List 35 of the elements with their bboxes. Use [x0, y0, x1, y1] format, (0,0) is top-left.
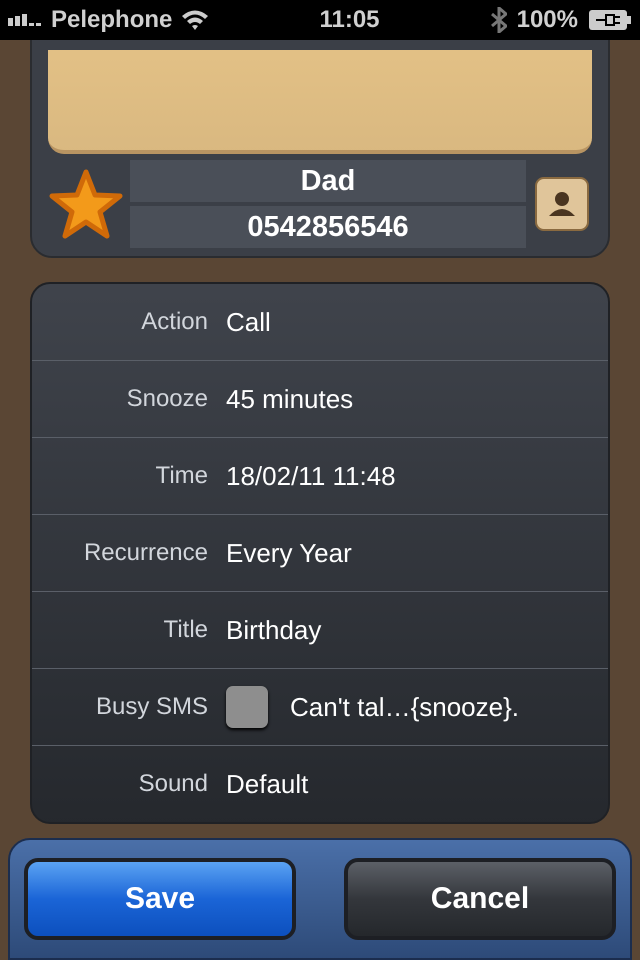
setting-label: Title	[162, 616, 208, 644]
contact-name[interactable]: Dad	[130, 160, 526, 202]
carrier-name: Pelephone	[51, 6, 172, 34]
wifi-icon	[182, 10, 208, 30]
bluetooth-icon	[490, 7, 507, 33]
setting-label: Recurrence	[82, 539, 208, 567]
settings-row[interactable]: Busy SMS Can't tal…{snooze}.	[32, 668, 608, 745]
settings-row[interactable]: Sound Default	[32, 745, 608, 822]
setting-value: Birthday	[226, 614, 322, 646]
settings-row[interactable]: Recurrence Every Year	[32, 514, 608, 591]
setting-label: Action	[140, 308, 208, 336]
setting-value: 45 minutes	[226, 384, 354, 414]
setting-label: Time	[154, 462, 208, 490]
cancel-button[interactable]: Cancel	[344, 858, 616, 940]
setting-label: Sound	[138, 770, 208, 798]
setting-label: Snooze	[126, 385, 208, 413]
settings-row[interactable]: Title Birthday	[32, 591, 608, 668]
setting-label: Busy SMS	[94, 693, 208, 721]
setting-value: Can't tal…{snooze}.	[290, 692, 519, 722]
battery-percent: 100%	[516, 6, 578, 34]
setting-value: Call	[226, 306, 271, 338]
setting-value: Every Year	[226, 538, 352, 568]
battery-charging-icon	[588, 9, 632, 31]
address-book-icon[interactable]	[532, 174, 592, 234]
phone-number[interactable]: 0542856546	[130, 206, 526, 248]
clock-time: 11:05	[319, 6, 380, 34]
save-button[interactable]: Save	[24, 858, 296, 940]
setting-value: Default	[226, 768, 308, 800]
setting-value: 18/02/11 11:48	[226, 460, 396, 492]
star-icon[interactable]	[48, 168, 124, 240]
checkbox[interactable]	[226, 686, 268, 728]
settings-row[interactable]: Snooze 45 minutes	[32, 360, 608, 437]
settings-row[interactable]: Action Call	[32, 284, 608, 360]
settings-row[interactable]: Time 18/02/11 11:48	[32, 437, 608, 514]
signal-icon	[8, 14, 41, 26]
